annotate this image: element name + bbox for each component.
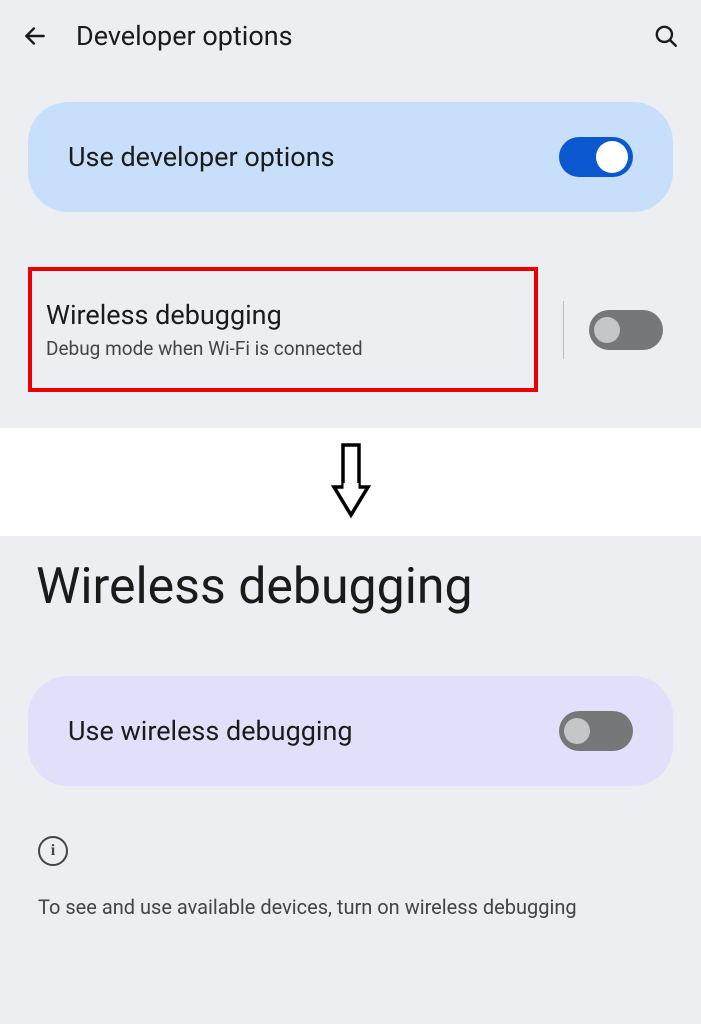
wireless-debugging-row: Wireless debugging Debug mode when Wi-Fi… [28,267,673,400]
page-title: Developer options [76,20,625,52]
toggle-knob [594,317,620,343]
toggle-knob [596,141,628,173]
divider [563,301,564,359]
info-text: To see and use available devices, turn o… [38,894,663,920]
use-wireless-toggle[interactable] [559,711,633,751]
wireless-debugging-toggle[interactable] [589,310,663,350]
search-icon[interactable] [653,23,679,49]
use-wireless-debugging-card[interactable]: Use wireless debugging [28,676,673,786]
use-wireless-label: Use wireless debugging [68,715,353,747]
use-developer-options-card[interactable]: Use developer options [28,102,673,212]
back-arrow-icon[interactable] [22,23,48,49]
app-header: Developer options [0,0,701,72]
use-dev-options-toggle[interactable] [559,137,633,177]
use-dev-options-label: Use developer options [68,141,335,173]
arrow-down-icon [326,443,376,521]
wireless-debugging-description: Debug mode when Wi-Fi is connected [46,337,520,360]
info-icon: i [38,836,68,866]
arrow-down-annotation [0,428,701,536]
toggle-knob [564,718,590,744]
wireless-page-title: Wireless debugging [28,536,673,676]
info-section: i To see and use available devices, turn… [28,786,673,920]
wireless-debugging-title: Wireless debugging [46,299,520,331]
wireless-debugging-highlight[interactable]: Wireless debugging Debug mode when Wi-Fi… [28,267,538,392]
